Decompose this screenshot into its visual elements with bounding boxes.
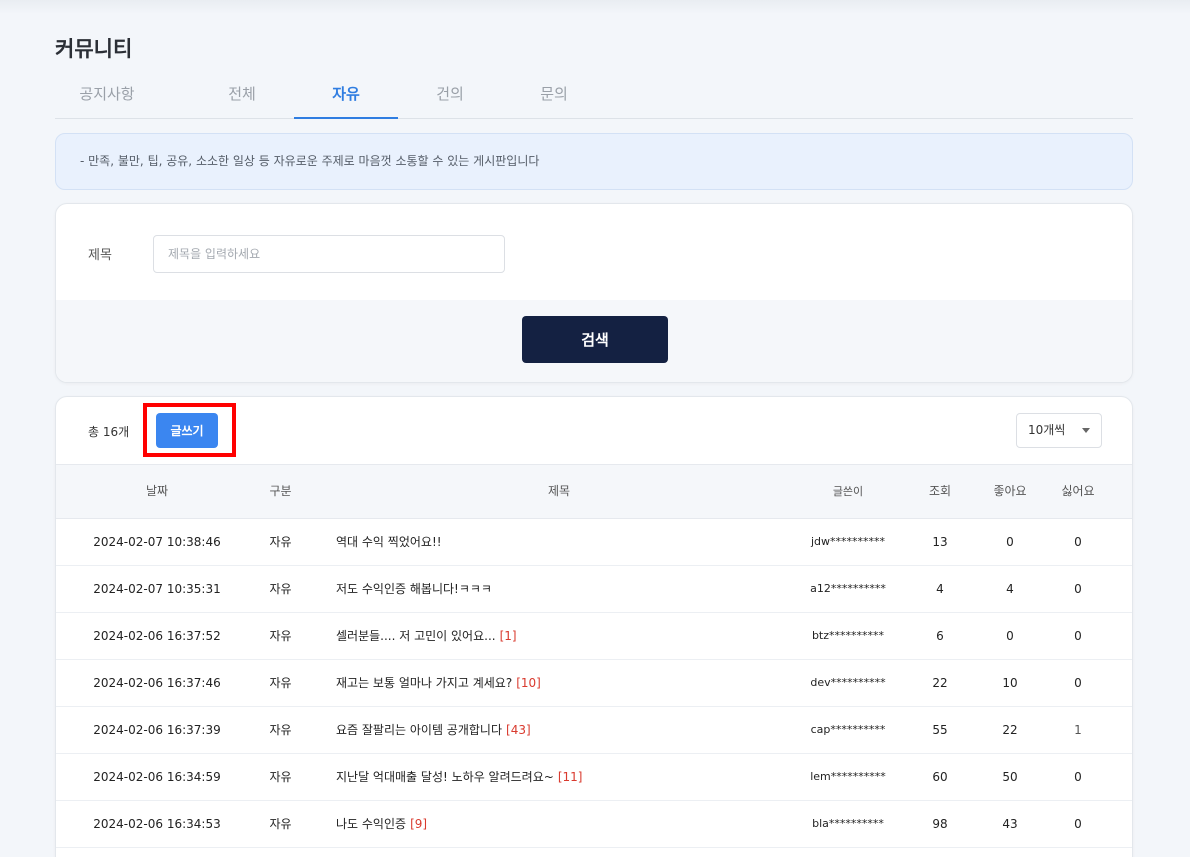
column-header-dislikes: 싫어요 (1061, 484, 1095, 498)
comment-count: [9] (410, 817, 428, 831)
post-title-cell: 요즘 잘팔리는 아이템 공개합니다 [43] (336, 707, 796, 753)
table-row[interactable]: 2024-02-06 16:37:46 자유 재고는 보통 얼마나 가지고 계세… (56, 660, 1132, 707)
post-title-cell: 셀러분들.... 저 고민이 있어요... [1] (336, 613, 796, 659)
post-title-link[interactable]: 재고는 보통 얼마나 가지고 계세요? (336, 676, 512, 690)
post-views: 98 (932, 817, 948, 831)
post-likes: 10 (1002, 676, 1018, 690)
post-title-link[interactable]: 저도 수익인증 해봅니다!ㅋㅋㅋ (336, 582, 492, 596)
search-footer: 검색 (56, 300, 1132, 382)
board-tabs: 공지사항 전체 자유 건의 문의 (55, 70, 1133, 119)
post-title-link[interactable]: 지난달 억대매출 달성! 노하우 알려드려요~ (336, 770, 554, 784)
comment-count: [1] (499, 629, 517, 643)
column-header-likes: 좋아요 (993, 484, 1027, 498)
post-type: 자유 (269, 817, 292, 831)
table-row[interactable]: 2024-02-07 10:38:46 자유 역대 수익 찍었어요!! jdw*… (56, 519, 1132, 566)
post-likes: 0 (1006, 535, 1014, 549)
post-type: 자유 (269, 629, 292, 643)
board-description: - 만족, 불만, 팁, 공유, 소소한 일상 등 자유로운 주제로 마음껏 소… (55, 133, 1133, 190)
post-author: a12********** (810, 582, 886, 595)
caret-down-icon (1082, 428, 1090, 433)
post-table-body: 2024-02-07 10:38:46 자유 역대 수익 찍었어요!! jdw*… (56, 519, 1132, 848)
post-date: 2024-02-06 16:37:39 (93, 723, 221, 737)
search-panel: 제목 검색 (55, 203, 1133, 383)
post-likes: 0 (1006, 629, 1014, 643)
comment-count: [11] (557, 770, 583, 784)
post-author: dev********** (810, 676, 886, 689)
table-row[interactable]: 2024-02-06 16:37:52 자유 셀러분들.... 저 고민이 있어… (56, 613, 1132, 660)
post-views: 22 (932, 676, 948, 690)
search-title-input[interactable] (153, 235, 505, 273)
post-date: 2024-02-07 10:35:31 (93, 582, 221, 596)
comment-count: [43] (506, 723, 531, 737)
top-shade (0, 0, 1190, 14)
post-author: cap********** (810, 723, 886, 736)
post-date: 2024-02-06 16:34:53 (93, 817, 221, 831)
table-row[interactable]: 2024-02-06 16:34:59 자유 지난달 억대매출 달성! 노하우 … (56, 754, 1132, 801)
post-title-link[interactable]: 요즘 잘팔리는 아이템 공개합니다 (336, 723, 502, 737)
post-views: 60 (932, 770, 948, 784)
post-title-cell: 지난달 억대매출 달성! 노하우 알려드려요~ [11] (336, 754, 796, 800)
post-type: 자유 (269, 535, 292, 549)
post-date: 2024-02-07 10:38:46 (93, 535, 221, 549)
post-title-cell: 나도 수익인증 [9] (336, 801, 796, 847)
column-header-type: 구분 (269, 484, 292, 498)
post-list-panel: 총 16개 글쓰기 10개씩 날짜 구분 제목 글쓴이 조회 좋아요 싫어요 2… (55, 396, 1133, 857)
post-author: lem********** (810, 770, 886, 783)
post-type: 자유 (269, 723, 292, 737)
post-views: 6 (936, 629, 944, 643)
tab-inquiry[interactable]: 문의 (502, 70, 606, 119)
post-views: 55 (932, 723, 948, 737)
total-count: 총 16개 (88, 425, 130, 439)
post-dislikes: 0 (1074, 676, 1082, 690)
post-title-link[interactable]: 역대 수익 찍었어요!! (336, 535, 442, 549)
tab-all[interactable]: 전체 (190, 70, 294, 119)
post-title-cell: 저도 수익인증 해봅니다!ㅋㅋㅋ (336, 566, 796, 612)
write-post-button[interactable]: 글쓰기 (156, 413, 218, 448)
post-author: bla********** (812, 817, 884, 830)
table-header: 날짜 구분 제목 글쓴이 조회 좋아요 싫어요 (56, 464, 1132, 519)
table-row[interactable]: 2024-02-06 16:37:39 자유 요즘 잘팔리는 아이템 공개합니다… (56, 707, 1132, 754)
post-dislikes: 0 (1074, 770, 1082, 784)
post-author: btz********** (811, 629, 885, 642)
post-type: 자유 (269, 676, 292, 690)
post-author: jdw********** (810, 535, 886, 548)
post-date: 2024-02-06 16:37:46 (93, 676, 221, 690)
tab-suggestion[interactable]: 건의 (398, 70, 502, 119)
table-row[interactable]: 2024-02-07 10:35:31 자유 저도 수익인증 해봅니다!ㅋㅋㅋ … (56, 566, 1132, 613)
post-title-link[interactable]: 셀러분들.... 저 고민이 있어요... (336, 629, 496, 643)
post-date: 2024-02-06 16:34:59 (93, 770, 221, 784)
column-header-title: 제목 (547, 484, 571, 498)
per-page-value: 10개씩 (1028, 423, 1066, 437)
post-title-cell: 재고는 보통 얼마나 가지고 계세요? [10] (336, 660, 796, 706)
column-header-author: 글쓴이 (832, 485, 864, 498)
post-type: 자유 (269, 770, 292, 784)
post-likes: 22 (1002, 723, 1018, 737)
comment-count: [10] (516, 676, 541, 690)
tab-notice[interactable]: 공지사항 (55, 70, 159, 119)
search-title-label: 제목 (88, 248, 112, 263)
post-title-cell: 역대 수익 찍었어요!! (336, 519, 796, 565)
post-likes: 50 (1002, 770, 1018, 784)
page-title: 커뮤니티 (55, 37, 133, 61)
post-likes: 4 (1006, 582, 1014, 596)
post-dislikes: 0 (1074, 629, 1082, 643)
post-views: 4 (936, 582, 944, 596)
tab-free[interactable]: 자유 (294, 70, 398, 119)
page: 커뮤니티 공지사항 전체 자유 건의 문의 - 만족, 불만, 팁, 공유, 소… (0, 0, 1190, 857)
post-dislikes: 1 (1074, 723, 1082, 737)
post-dislikes: 0 (1074, 535, 1082, 549)
column-header-date: 날짜 (145, 484, 169, 498)
per-page-select[interactable]: 10개씩 (1016, 413, 1102, 448)
post-likes: 43 (1002, 817, 1018, 831)
column-header-views: 조회 (928, 484, 952, 498)
table-row[interactable]: 2024-02-06 16:34:53 자유 나도 수익인증 [9] bla***… (56, 801, 1132, 848)
search-button[interactable]: 검색 (522, 316, 668, 363)
post-dislikes: 0 (1074, 817, 1082, 831)
post-date: 2024-02-06 16:37:52 (93, 629, 221, 643)
post-type: 자유 (269, 582, 292, 596)
post-dislikes: 0 (1074, 582, 1082, 596)
post-views: 13 (932, 535, 948, 549)
post-title-link[interactable]: 나도 수익인증 (336, 817, 406, 831)
